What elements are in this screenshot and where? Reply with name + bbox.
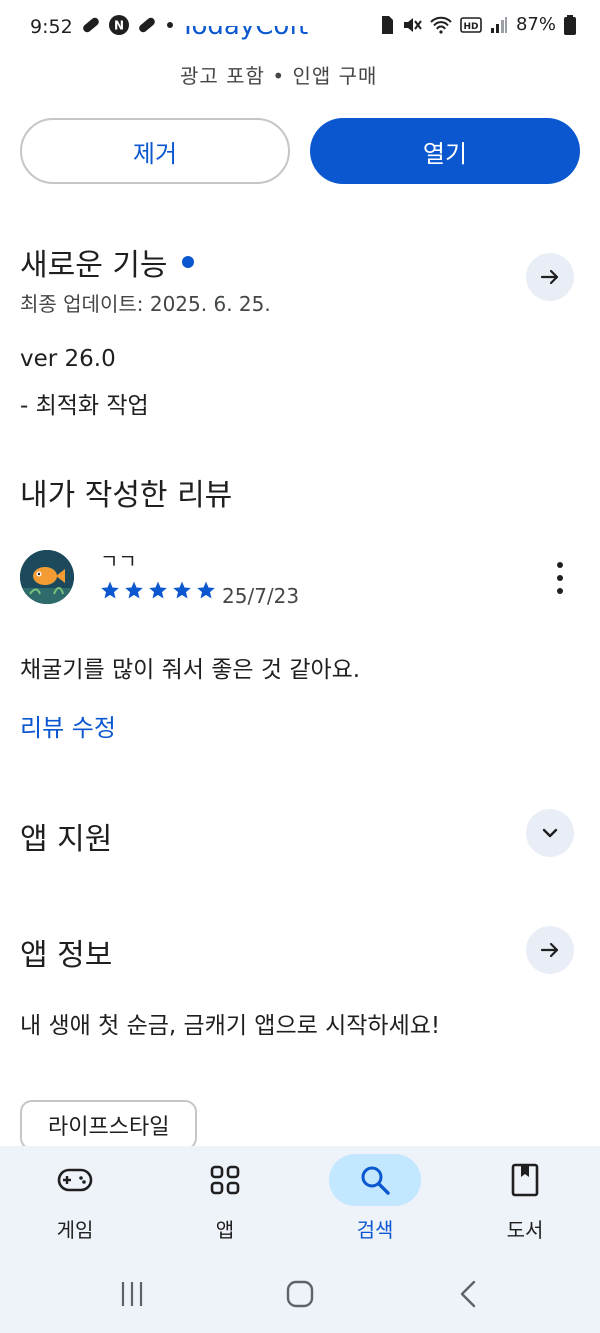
star-icon [197, 581, 215, 599]
last-updated: 최종 업데이트: 2025. 6. 25. [20, 292, 271, 316]
avatar [20, 550, 74, 604]
sim-icon [381, 15, 393, 34]
review-text: 채굴기를 많이 줘서 좋은 것 같아요. [20, 657, 361, 683]
developer-name[interactable]: TodayCoft [180, 26, 308, 52]
more-vert-icon[interactable] [554, 562, 566, 594]
edit-review-link[interactable]: 리뷰 수정 [20, 708, 116, 743]
status-time: 9:52 [30, 16, 73, 38]
arrow-right-icon [540, 942, 559, 958]
nav-label-search: 검색 [356, 1218, 394, 1242]
battery-percent: 87% [515, 14, 556, 35]
mute-icon [403, 17, 422, 32]
battery-icon [564, 14, 576, 35]
nav-label-books: 도서 [506, 1218, 544, 1242]
new-dot-icon [181, 256, 194, 268]
nav-icon-container [479, 1154, 571, 1206]
book-icon [511, 1163, 539, 1197]
star-icon [173, 581, 191, 599]
link-icon [139, 17, 155, 33]
my-review-title: 내가 작성한 리뷰 [20, 478, 233, 513]
svg-text:HD: HD [463, 22, 478, 32]
status-left-icons: N [80, 14, 176, 36]
hd-icon: HD [460, 16, 482, 33]
review-date: 25/7/23 [222, 584, 300, 608]
nav-item-apps[interactable]: 앱 [150, 1146, 300, 1256]
wifi-icon [430, 16, 452, 34]
chevron-down-icon [542, 828, 558, 838]
nav-item-games[interactable]: 게임 [0, 1146, 150, 1256]
nav-icon-container [29, 1154, 121, 1206]
home-icon[interactable] [286, 1280, 314, 1308]
arrow-right-icon [540, 269, 559, 285]
nav-label-apps: 앱 [215, 1218, 235, 1242]
signal-icon [490, 16, 507, 33]
nav-item-books[interactable]: 도서 [450, 1146, 600, 1256]
nav-icon-container [179, 1154, 271, 1206]
system-nav-bar [0, 1262, 600, 1326]
recent-apps-icon[interactable] [118, 1280, 146, 1308]
app-info-arrow-button[interactable] [526, 926, 574, 974]
app-meta: 광고 포함 • 인앱 구매 [180, 64, 378, 88]
open-button[interactable]: 열기 [310, 118, 580, 184]
nav-active-pill [329, 1154, 421, 1206]
status-right: HD 87% [380, 14, 576, 35]
nav-label-games: 게임 [56, 1218, 94, 1242]
link-icon [83, 17, 99, 33]
app-support-expand-button[interactable] [526, 809, 574, 857]
whats-new-header: 새로운 기능 [20, 240, 194, 284]
gamepad-icon [57, 1168, 93, 1192]
star-icon [149, 581, 167, 599]
star-rating [100, 580, 216, 600]
app-info-title[interactable]: 앱 정보 [20, 930, 112, 974]
search-icon [361, 1166, 390, 1195]
whats-new-arrow-button[interactable] [526, 253, 574, 301]
star-icon [101, 581, 119, 599]
app-description: 내 생애 첫 순금, 금캐기 앱으로 시작하세요! [20, 1013, 441, 1039]
dot-icon [167, 22, 173, 28]
version-text: ver 26.0 [20, 346, 116, 372]
star-icon [125, 581, 143, 599]
review-author: ㄱㄱ [100, 549, 137, 573]
remove-button[interactable]: 제거 [20, 118, 290, 184]
back-icon[interactable] [456, 1280, 480, 1308]
svg-text:N: N [114, 19, 124, 33]
update-note: - 최적화 작업 [20, 393, 149, 419]
category-chip[interactable]: 라이프스타일 [20, 1100, 198, 1150]
apps-grid-icon [210, 1165, 240, 1195]
nav-item-search[interactable]: 검색 [300, 1146, 450, 1256]
n-badge-icon: N [109, 15, 129, 35]
app-support-title[interactable]: 앱 지원 [20, 814, 112, 858]
whats-new-title: 새로운 기능 [20, 248, 168, 283]
